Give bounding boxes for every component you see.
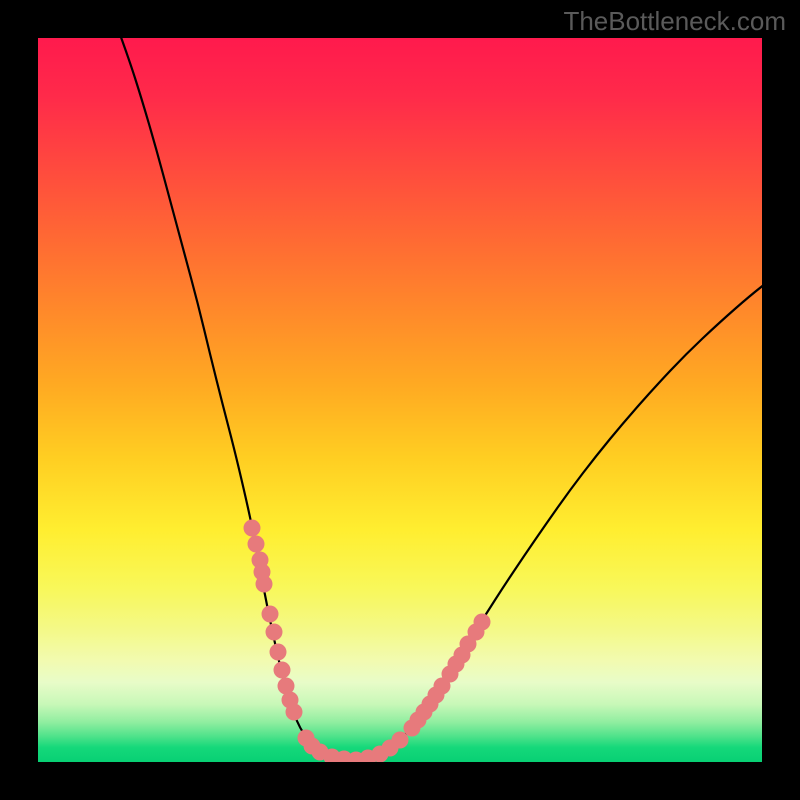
plot-area — [38, 38, 762, 762]
data-dot — [274, 662, 291, 679]
bottleneck-curve — [114, 38, 762, 760]
data-dot — [286, 704, 303, 721]
data-dot — [262, 606, 279, 623]
data-dots — [244, 520, 491, 763]
data-dot — [474, 614, 491, 631]
data-dot — [256, 576, 273, 593]
data-dot — [248, 536, 265, 553]
data-dot — [270, 644, 287, 661]
watermark-text: TheBottleneck.com — [563, 6, 786, 37]
outer-frame: TheBottleneck.com — [0, 0, 800, 800]
data-dot — [266, 624, 283, 641]
data-dot — [392, 732, 409, 749]
data-dot — [244, 520, 261, 537]
chart-overlay — [38, 38, 762, 762]
